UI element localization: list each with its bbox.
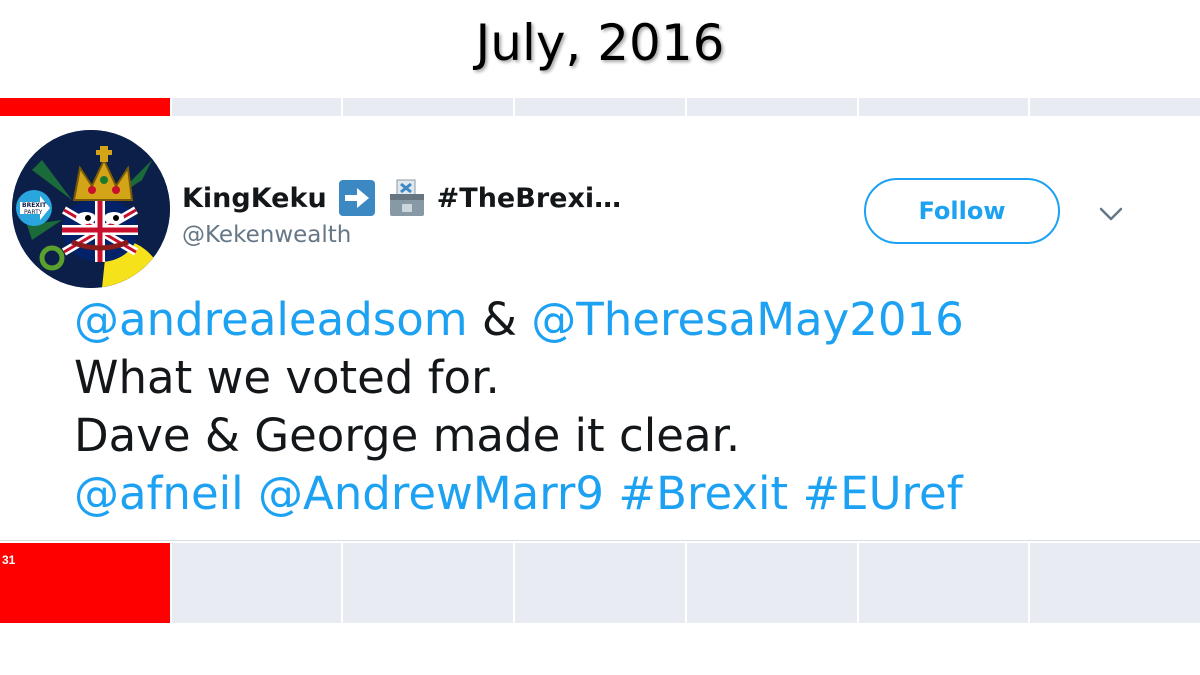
display-name-tail[interactable]: #TheBrexi… [437, 183, 621, 214]
avatar-badge-line1: BREXIT [22, 202, 47, 209]
calendar-week-row-bottom: 31 [0, 543, 1200, 623]
calendar-cell [858, 543, 1029, 623]
tweet-card: BREXIT PARTY KingKeku #TheBrexi… @Kekenw… [0, 116, 1200, 541]
follow-button[interactable]: Follow [864, 178, 1060, 244]
avatar-image: BREXIT PARTY [12, 130, 170, 288]
ampersand-text: & [481, 293, 517, 346]
user-handle[interactable]: @Kekenwealth [182, 222, 351, 248]
calendar-cell [343, 98, 514, 116]
calendar-cell [343, 543, 514, 623]
tweet-text-line-2: What we voted for. [74, 351, 500, 404]
avatar-badge-line2: PARTY [24, 209, 43, 216]
avatar[interactable]: BREXIT PARTY [12, 130, 170, 288]
calendar-cell-highlighted: 31 [0, 543, 170, 623]
mention-link[interactable]: @andrealeadsom [74, 293, 468, 346]
calendar-cell [686, 543, 857, 623]
chevron-down-icon[interactable] [1098, 206, 1124, 222]
slide-title: July, 2016 [475, 14, 725, 72]
calendar-cell [858, 98, 1029, 116]
tweet-text-line-1: @andrealeadsom & @TheresaMay2016 [74, 291, 964, 349]
tweet-text: @andrealeadsom & @TheresaMay2016 What we… [74, 291, 964, 523]
hashtag-link[interactable]: #Brexit [618, 467, 788, 520]
mention-link[interactable]: @TheresaMay2016 [531, 293, 963, 346]
right-arrow-emoji-icon [337, 178, 377, 218]
author-name-line[interactable]: KingKeku #TheBrexi… [182, 178, 621, 218]
calendar-day-number: 31 [2, 553, 16, 567]
calendar-cell [1030, 543, 1200, 623]
calendar-cell [515, 543, 685, 623]
calendar-cell [171, 543, 342, 623]
ballot-box-emoji-icon [387, 178, 427, 218]
tweet-text-line-4: @afneil @AndrewMarr9 #Brexit #EUref [74, 465, 964, 523]
calendar-cell [515, 98, 685, 116]
display-name[interactable]: KingKeku [182, 183, 327, 214]
calendar-cell [171, 98, 342, 116]
calendar-week-row-top [0, 98, 1200, 116]
mention-link[interactable]: @AndrewMarr9 [258, 467, 604, 520]
calendar-cell [0, 98, 170, 116]
hashtag-link[interactable]: #EUref [802, 467, 962, 520]
tweet-text-line-3: Dave & George made it clear. [74, 409, 741, 462]
mention-link[interactable]: @afneil [74, 467, 244, 520]
calendar-cell [1030, 98, 1200, 116]
calendar-cell [686, 98, 857, 116]
